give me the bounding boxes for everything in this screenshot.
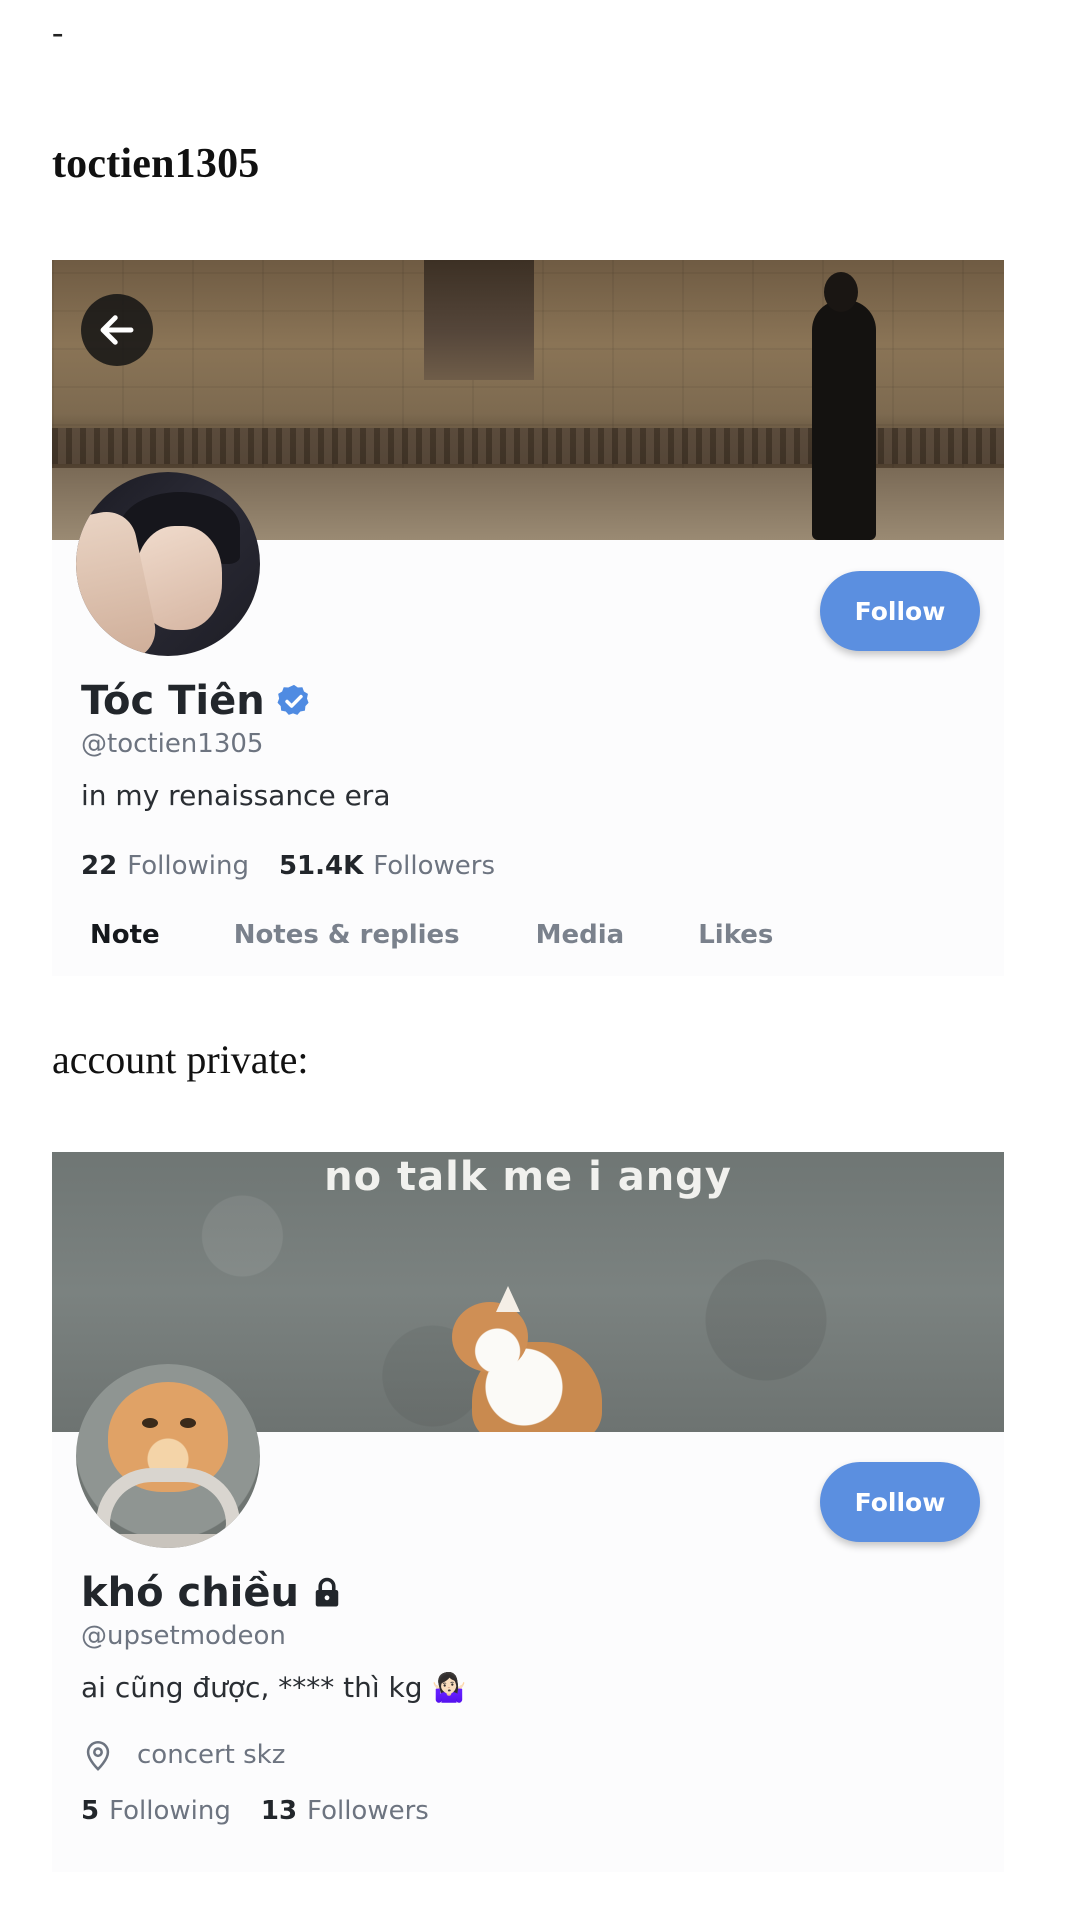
- followers-count[interactable]: 51.4K: [279, 851, 363, 881]
- following-label[interactable]: Following: [109, 1796, 231, 1826]
- header-dash: -: [52, 14, 64, 51]
- tab-likes[interactable]: Likes: [698, 920, 773, 950]
- verified-badge-icon: [275, 682, 313, 720]
- follow-stats: 22 Following 51.4K Followers: [81, 851, 525, 881]
- banner-kitten: [452, 1286, 602, 1432]
- back-button[interactable]: [81, 294, 153, 366]
- tab-media[interactable]: Media: [536, 920, 625, 950]
- avatar[interactable]: [76, 1364, 260, 1548]
- follow-button[interactable]: Follow: [820, 571, 980, 651]
- profile-card-private: no talk me i angy Follow khó chiều @upse…: [52, 1152, 1004, 1872]
- followers-label[interactable]: Followers: [373, 851, 495, 881]
- lock-icon: [309, 1575, 345, 1611]
- followers-label[interactable]: Followers: [307, 1796, 429, 1826]
- banner-caption: no talk me i angy: [324, 1154, 732, 1200]
- bio: ai cũng được, **** thì kg 🤷🏻‍♀️: [81, 1671, 467, 1704]
- following-label[interactable]: Following: [127, 851, 249, 881]
- location-text: concert skz: [137, 1740, 286, 1770]
- display-name: Tóc Tiên: [81, 678, 313, 724]
- location: concert skz: [81, 1738, 285, 1772]
- following-count[interactable]: 22: [81, 851, 117, 881]
- followers-count[interactable]: 13: [261, 1796, 297, 1826]
- handle: @upsetmodeon: [81, 1621, 286, 1651]
- profile-tabs: Note Notes & replies Media Likes: [90, 920, 773, 950]
- profile-card-public: Follow Tóc Tiên @toctien1305 in my renai…: [52, 260, 1004, 976]
- headphones-shape: [96, 1468, 240, 1548]
- section-heading: account private:: [52, 1037, 309, 1082]
- tab-note[interactable]: Note: [90, 920, 160, 950]
- arrow-left-icon: [100, 315, 134, 345]
- following-count[interactable]: 5: [81, 1796, 99, 1826]
- location-pin-icon: [81, 1738, 115, 1772]
- display-name-text: khó chiều: [81, 1570, 299, 1616]
- follow-stats: 5 Following 13 Followers: [81, 1796, 459, 1826]
- banner-doorway: [424, 260, 534, 380]
- banner-figure: [812, 300, 876, 540]
- display-name-text: Tóc Tiên: [81, 678, 265, 724]
- tab-notes-replies[interactable]: Notes & replies: [234, 920, 460, 950]
- display-name: khó chiều: [81, 1570, 345, 1616]
- page-title: toctien1305: [52, 141, 260, 187]
- banner-figure-head: [824, 272, 858, 312]
- avatar[interactable]: [76, 472, 260, 656]
- follow-button[interactable]: Follow: [820, 1462, 980, 1542]
- handle: @toctien1305: [81, 729, 264, 759]
- bio: in my renaissance era: [81, 779, 391, 812]
